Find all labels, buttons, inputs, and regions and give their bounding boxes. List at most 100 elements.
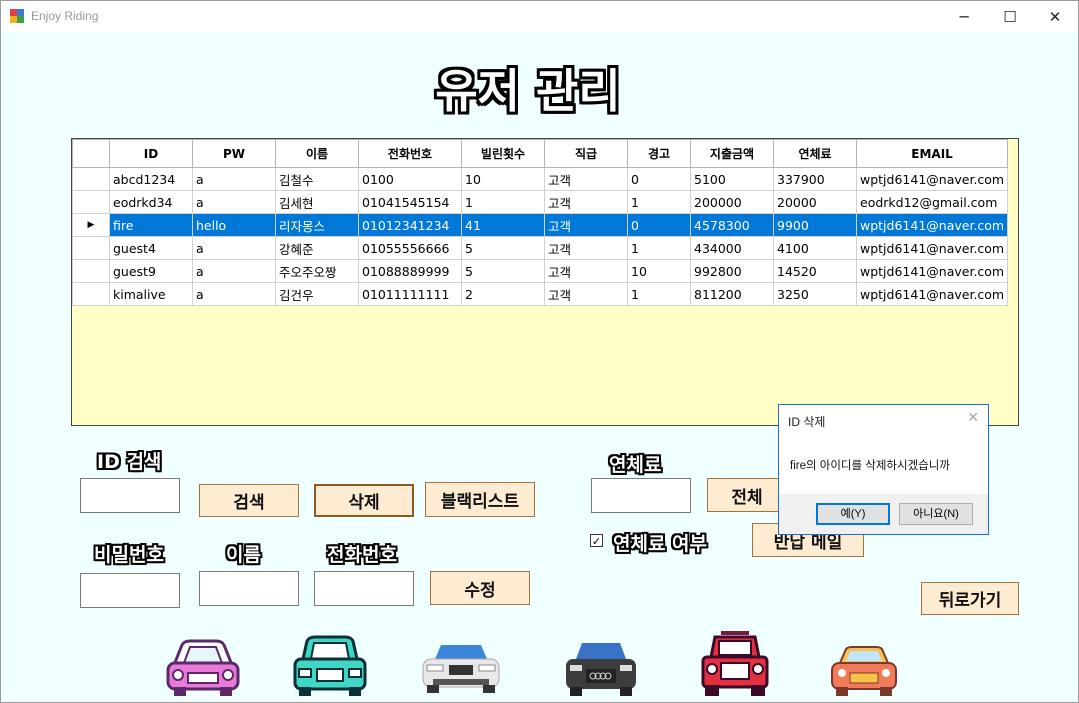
table-cell[interactable]: 주오주오짱 — [275, 259, 359, 283]
table-cell[interactable]: 4100 — [773, 236, 857, 260]
row-header[interactable] — [72, 282, 110, 306]
phone-input[interactable] — [314, 571, 414, 606]
table-cell[interactable]: eodrkd34 — [109, 190, 193, 214]
column-header[interactable]: ID — [109, 139, 193, 168]
user-grid[interactable]: ID PW 이름 전화번호 빌린횟수 직급 경고 지출금액 연체료 EMAIL abcd1234 a… — [71, 138, 1019, 426]
table-cell[interactable]: 3250 — [773, 282, 857, 306]
column-header[interactable]: 직급 — [544, 139, 628, 168]
table-cell[interactable]: 1 — [627, 282, 691, 306]
table-cell[interactable]: guest9 — [109, 259, 193, 283]
table-cell[interactable]: 1 — [627, 190, 691, 214]
table-cell[interactable]: wptjd6141@naver.com — [855, 259, 1009, 283]
table-cell[interactable]: 01041545154 — [358, 190, 462, 214]
table-cell[interactable]: 김세현 — [275, 190, 359, 214]
column-header[interactable]: PW — [192, 139, 276, 168]
column-header[interactable]: 전화번호 — [358, 139, 462, 168]
table-row[interactable]: eodrkd34 a 김세현 01041545154 1 고객 1 200000 20000 eo… — [72, 190, 1009, 214]
table-cell[interactable]: 4578300 — [690, 213, 774, 237]
all-button[interactable]: 전체 — [707, 478, 787, 512]
table-cell[interactable]: 0 — [627, 213, 691, 237]
table-cell[interactable]: a — [192, 167, 276, 191]
column-header[interactable]: 지출금액 — [690, 139, 774, 168]
table-cell[interactable]: abcd1234 — [109, 167, 193, 191]
back-button[interactable]: 뒤로가기 — [921, 582, 1019, 615]
blacklist-button[interactable]: 블랙리스트 — [425, 482, 535, 517]
table-cell[interactable]: 5100 — [690, 167, 774, 191]
table-cell[interactable]: a — [192, 190, 276, 214]
table-row[interactable]: abcd1234 a 김철수 0100 10 고객 0 5100 337900 wptjd6141… — [72, 167, 1009, 191]
password-input[interactable] — [80, 573, 180, 608]
table-cell[interactable]: 01012341234 — [358, 213, 462, 237]
maximize-button[interactable]: ☐ — [987, 1, 1033, 32]
table-cell[interactable]: 고객 — [544, 190, 628, 214]
table-cell[interactable]: 강혜준 — [275, 236, 359, 260]
dialog-yes-button[interactable]: 예(Y) — [816, 503, 890, 525]
table-cell[interactable]: a — [192, 282, 276, 306]
table-row[interactable]: ▶ fire hello 리자몽스 01012341234 41 고객 0 4578300 990… — [72, 213, 1009, 237]
table-cell[interactable]: 고객 — [544, 167, 628, 191]
title-bar[interactable]: Enjoy Riding ─ ☐ ✕ — [1, 1, 1078, 32]
table-cell[interactable]: wptjd6141@naver.com — [855, 236, 1009, 260]
minimize-button[interactable]: ─ — [941, 1, 987, 32]
table-cell[interactable]: 01055556666 — [358, 236, 462, 260]
table-cell[interactable]: 리자몽스 — [275, 213, 359, 237]
table-cell[interactable]: 2 — [461, 282, 545, 306]
row-header[interactable] — [72, 236, 110, 260]
table-row[interactable]: guest9 a 주오주오짱 01088889999 5 고객 10 992800 14520 w… — [72, 259, 1009, 283]
table-cell[interactable]: 01011111111 — [358, 282, 462, 306]
table-cell[interactable]: 337900 — [773, 167, 857, 191]
table-cell[interactable]: 고객 — [544, 236, 628, 260]
table-cell[interactable]: 20000 — [773, 190, 857, 214]
table-row[interactable]: kimalive a 김건우 01011111111 2 고객 1 811200 3250 wpt… — [72, 282, 1009, 306]
table-cell[interactable]: 5 — [461, 236, 545, 260]
row-header-corner[interactable] — [72, 139, 110, 168]
table-cell[interactable]: 고객 — [544, 259, 628, 283]
row-header[interactable] — [72, 259, 110, 283]
close-button[interactable]: ✕ — [1032, 1, 1078, 32]
table-cell[interactable]: 김철수 — [275, 167, 359, 191]
table-cell[interactable]: 811200 — [690, 282, 774, 306]
table-cell[interactable]: 10 — [627, 259, 691, 283]
table-cell[interactable]: wptjd6141@naver.com — [855, 213, 1009, 237]
table-cell[interactable]: 9900 — [773, 213, 857, 237]
table-row[interactable]: guest4 a 강혜준 01055556666 5 고객 1 434000 4100 wptjd… — [72, 236, 1009, 260]
column-header[interactable]: 연체료 — [773, 139, 857, 168]
table-cell[interactable]: eodrkd12@gmail.com — [855, 190, 1009, 214]
dialog-close-icon[interactable]: ✕ — [967, 410, 979, 426]
table-cell[interactable]: kimalive — [109, 282, 193, 306]
name-input[interactable] — [199, 571, 299, 606]
table-cell[interactable]: 0 — [627, 167, 691, 191]
id-search-input[interactable] — [80, 478, 180, 513]
column-header[interactable]: 경고 — [627, 139, 691, 168]
table-cell[interactable]: 41 — [461, 213, 545, 237]
table-cell[interactable]: 고객 — [544, 282, 628, 306]
table-cell[interactable]: 14520 — [773, 259, 857, 283]
column-header[interactable]: 이름 — [275, 139, 359, 168]
search-button[interactable]: 검색 — [199, 484, 299, 517]
row-header[interactable]: ▶ — [72, 213, 110, 237]
table-cell[interactable]: wptjd6141@naver.com — [855, 282, 1009, 306]
table-cell[interactable]: 1 — [627, 236, 691, 260]
table-cell[interactable]: a — [192, 236, 276, 260]
row-header[interactable] — [72, 190, 110, 214]
table-cell[interactable]: 434000 — [690, 236, 774, 260]
table-cell[interactable]: 김건우 — [275, 282, 359, 306]
table-cell[interactable]: a — [192, 259, 276, 283]
table-cell[interactable]: 992800 — [690, 259, 774, 283]
table-cell[interactable]: 1 — [461, 190, 545, 214]
table-cell[interactable]: 10 — [461, 167, 545, 191]
table-cell[interactable]: 01088889999 — [358, 259, 462, 283]
table-cell[interactable]: guest4 — [109, 236, 193, 260]
delete-button[interactable]: 삭제 — [314, 484, 414, 517]
table-cell[interactable]: hello — [192, 213, 276, 237]
table-cell[interactable]: 5 — [461, 259, 545, 283]
late-fee-checkbox[interactable]: ✓ — [590, 534, 603, 548]
column-header[interactable]: 빌린횟수 — [461, 139, 545, 168]
edit-button[interactable]: 수정 — [430, 571, 530, 605]
dialog-no-button[interactable]: 아니요(N) — [899, 503, 973, 525]
table-cell[interactable]: 고객 — [544, 213, 628, 237]
row-header[interactable] — [72, 167, 110, 191]
table-cell[interactable]: wptjd6141@naver.com — [855, 167, 1009, 191]
table-cell[interactable]: 0100 — [358, 167, 462, 191]
late-fee-input[interactable] — [591, 478, 691, 513]
